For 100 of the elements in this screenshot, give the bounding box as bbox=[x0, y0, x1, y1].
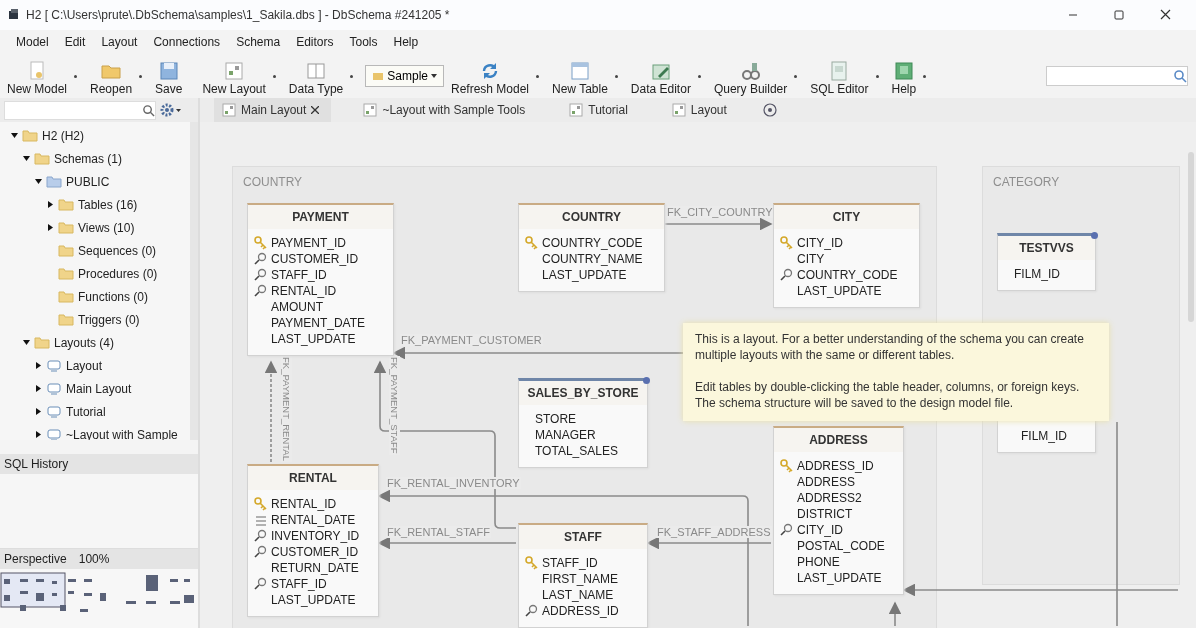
column-name[interactable]: INVENTORY_ID bbox=[271, 529, 360, 543]
expanded-icon[interactable] bbox=[34, 178, 42, 185]
column-name[interactable]: MANAGER bbox=[535, 428, 596, 442]
search-field[interactable] bbox=[4, 100, 156, 120]
view-card[interactable]: TESTVVS FILM_ID bbox=[997, 233, 1096, 291]
tree-item[interactable]: Main Layout bbox=[66, 381, 132, 396]
column-name[interactable]: CUSTOMER_ID bbox=[271, 545, 359, 559]
column-name[interactable]: LAST_UPDATE bbox=[797, 284, 882, 298]
column-name[interactable]: LAST_UPDATE bbox=[797, 571, 882, 585]
dropdown-dot[interactable] bbox=[350, 74, 354, 78]
column-name[interactable]: RENTAL_ID bbox=[271, 497, 337, 511]
table-card[interactable]: COUNTRY COUNTRY_CODE COUNTRY_NAME LAST_UPDATE bbox=[518, 203, 665, 292]
view-card[interactable]: SALES_BY_STORE STORE MANAGER TOTAL_SALES bbox=[518, 378, 648, 468]
table-card[interactable]: RENTAL RENTAL_ID RENTAL_DATE INVENTORY_ID CUSTOMER_ID RETURN_DATE STAFF_ID LAST_UPDATE bbox=[247, 464, 379, 617]
tree-item[interactable]: Functions (0) bbox=[78, 289, 149, 304]
column-name[interactable]: PHONE bbox=[797, 555, 840, 569]
tree-item[interactable]: Triggers (0) bbox=[78, 312, 140, 327]
column-name[interactable]: CITY_ID bbox=[797, 523, 843, 537]
column-name[interactable]: LAST_UPDATE bbox=[271, 332, 356, 346]
menu-item[interactable]: Help bbox=[385, 35, 427, 49]
column-name[interactable]: FILM_ID bbox=[1021, 429, 1067, 443]
column-name[interactable]: RETURN_DATE bbox=[271, 561, 359, 575]
tree-item[interactable]: PUBLIC bbox=[66, 174, 110, 189]
table-card[interactable]: ADDRESS ADDRESS_ID ADDRESS ADDRESS2 DISTRICT CITY_ID POSTAL_CODE PHONE LAST_UPDATE bbox=[773, 426, 904, 595]
tree-item[interactable]: Procedures (0) bbox=[78, 266, 158, 281]
toolbar-button[interactable]: Refresh Model bbox=[448, 56, 533, 96]
tree-item[interactable]: Sequences (0) bbox=[78, 243, 157, 258]
menu-item[interactable]: Model bbox=[8, 35, 57, 49]
toolbar-button[interactable]: SQL Editor bbox=[807, 56, 872, 96]
column-name[interactable]: CITY_ID bbox=[797, 236, 843, 250]
expanded-icon[interactable] bbox=[22, 155, 30, 162]
menu-item[interactable]: Layout bbox=[93, 35, 146, 49]
column-name[interactable]: POSTAL_CODE bbox=[797, 539, 885, 553]
column-name[interactable]: STAFF_ID bbox=[542, 556, 598, 570]
dropdown-dot[interactable] bbox=[794, 74, 798, 78]
collapsed-icon[interactable] bbox=[34, 431, 42, 438]
table-name[interactable]: STAFF bbox=[564, 530, 602, 544]
dropdown-dot[interactable] bbox=[875, 74, 879, 78]
table-card[interactable]: CITY CITY_ID CITY COUNTRY_CODE LAST_UPDATE bbox=[773, 203, 920, 308]
column-name[interactable]: LAST_NAME bbox=[542, 588, 614, 602]
menu-item[interactable]: Editors bbox=[288, 35, 342, 49]
column-name[interactable]: ADDRESS bbox=[797, 475, 855, 489]
toolbar-button[interactable]: Data Type bbox=[285, 56, 347, 96]
column-name[interactable]: STAFF_ID bbox=[271, 268, 327, 282]
column-name[interactable]: STAFF_ID bbox=[271, 577, 327, 591]
column-name[interactable]: ADDRESS_ID bbox=[542, 604, 619, 618]
collapsed-icon[interactable] bbox=[34, 385, 42, 392]
column-name[interactable]: STORE bbox=[535, 412, 577, 426]
tree-item[interactable]: Views (10) bbox=[78, 220, 135, 235]
dropdown-dot[interactable] bbox=[614, 74, 618, 78]
expanded-icon[interactable] bbox=[22, 339, 30, 346]
column-name[interactable]: LAST_UPDATE bbox=[542, 268, 627, 282]
table-card[interactable]: STAFF STAFF_ID FIRST_NAME LAST_NAME ADDRESS_ID bbox=[518, 523, 648, 628]
layout-tab[interactable]: Main Layout bbox=[214, 98, 332, 122]
collapsed-icon[interactable] bbox=[34, 408, 42, 415]
column-name[interactable]: PAYMENT_DATE bbox=[271, 316, 365, 330]
tree-item[interactable]: Layouts (4) bbox=[54, 335, 115, 350]
add-tab-icon[interactable] bbox=[762, 103, 777, 117]
tree-item[interactable]: Schemas (1) bbox=[54, 151, 123, 166]
dropdown-dot[interactable] bbox=[74, 74, 78, 78]
column-name[interactable]: ADDRESS2 bbox=[797, 491, 862, 505]
tree-item[interactable]: H2 (H2) bbox=[42, 128, 84, 143]
collapsed-icon[interactable] bbox=[34, 362, 42, 369]
search-field[interactable] bbox=[1046, 66, 1188, 86]
column-name[interactable]: ADDRESS_ID bbox=[797, 459, 874, 473]
column-name[interactable]: DISTRICT bbox=[797, 507, 853, 521]
toolbar-button[interactable]: New Layout bbox=[199, 56, 269, 96]
close-icon[interactable] bbox=[311, 106, 320, 114]
table-card[interactable]: PAYMENT PAYMENT_ID CUSTOMER_ID STAFF_ID RENTAL_ID AMOUNT PAYMENT_DATE LAST_UPDATE bbox=[247, 203, 394, 356]
dropdown-dot[interactable] bbox=[272, 74, 276, 78]
toolbar-button[interactable]: Save bbox=[152, 56, 186, 96]
expanded-icon[interactable] bbox=[10, 132, 18, 139]
dropdown-dot[interactable] bbox=[536, 74, 540, 78]
settings-icon[interactable] bbox=[160, 103, 182, 117]
menu-item[interactable]: Edit bbox=[56, 35, 94, 49]
menu-item[interactable]: Tools bbox=[341, 35, 386, 49]
column-name[interactable]: FILM_ID bbox=[1014, 267, 1060, 281]
tree-item[interactable]: Layout bbox=[66, 358, 103, 373]
column-name[interactable]: PAYMENT_ID bbox=[271, 236, 346, 250]
collapsed-icon[interactable] bbox=[46, 224, 54, 231]
menu-item[interactable]: Schema bbox=[228, 35, 289, 49]
table-name[interactable]: CITY bbox=[832, 210, 861, 224]
toolbar-button[interactable]: Query Builder bbox=[710, 56, 791, 96]
dropdown-dot[interactable] bbox=[923, 74, 927, 78]
column-name[interactable]: TOTAL_SALES bbox=[535, 444, 618, 458]
toolbar-button[interactable]: Help bbox=[888, 56, 920, 96]
tree-item[interactable]: Tutorial bbox=[66, 404, 106, 419]
column-name[interactable]: COUNTRY_NAME bbox=[542, 252, 643, 266]
column-name[interactable]: COUNTRY_CODE bbox=[542, 236, 643, 250]
column-name[interactable]: COUNTRY_CODE bbox=[797, 268, 898, 282]
toolbar-button[interactable]: New Table bbox=[549, 56, 611, 96]
toolbar-button[interactable]: New Model bbox=[4, 56, 71, 96]
column-name[interactable]: CUSTOMER_ID bbox=[271, 252, 359, 266]
toolbar-button[interactable]: Data Editor bbox=[627, 56, 694, 96]
toolbar-button[interactable]: Reopen bbox=[87, 56, 136, 96]
column-name[interactable]: CITY bbox=[797, 252, 825, 266]
collapsed-icon[interactable] bbox=[46, 201, 54, 208]
dropdown-dot[interactable] bbox=[697, 74, 701, 78]
tree-item[interactable]: Tables (16) bbox=[78, 197, 138, 212]
column-name[interactable]: AMOUNT bbox=[271, 300, 323, 314]
